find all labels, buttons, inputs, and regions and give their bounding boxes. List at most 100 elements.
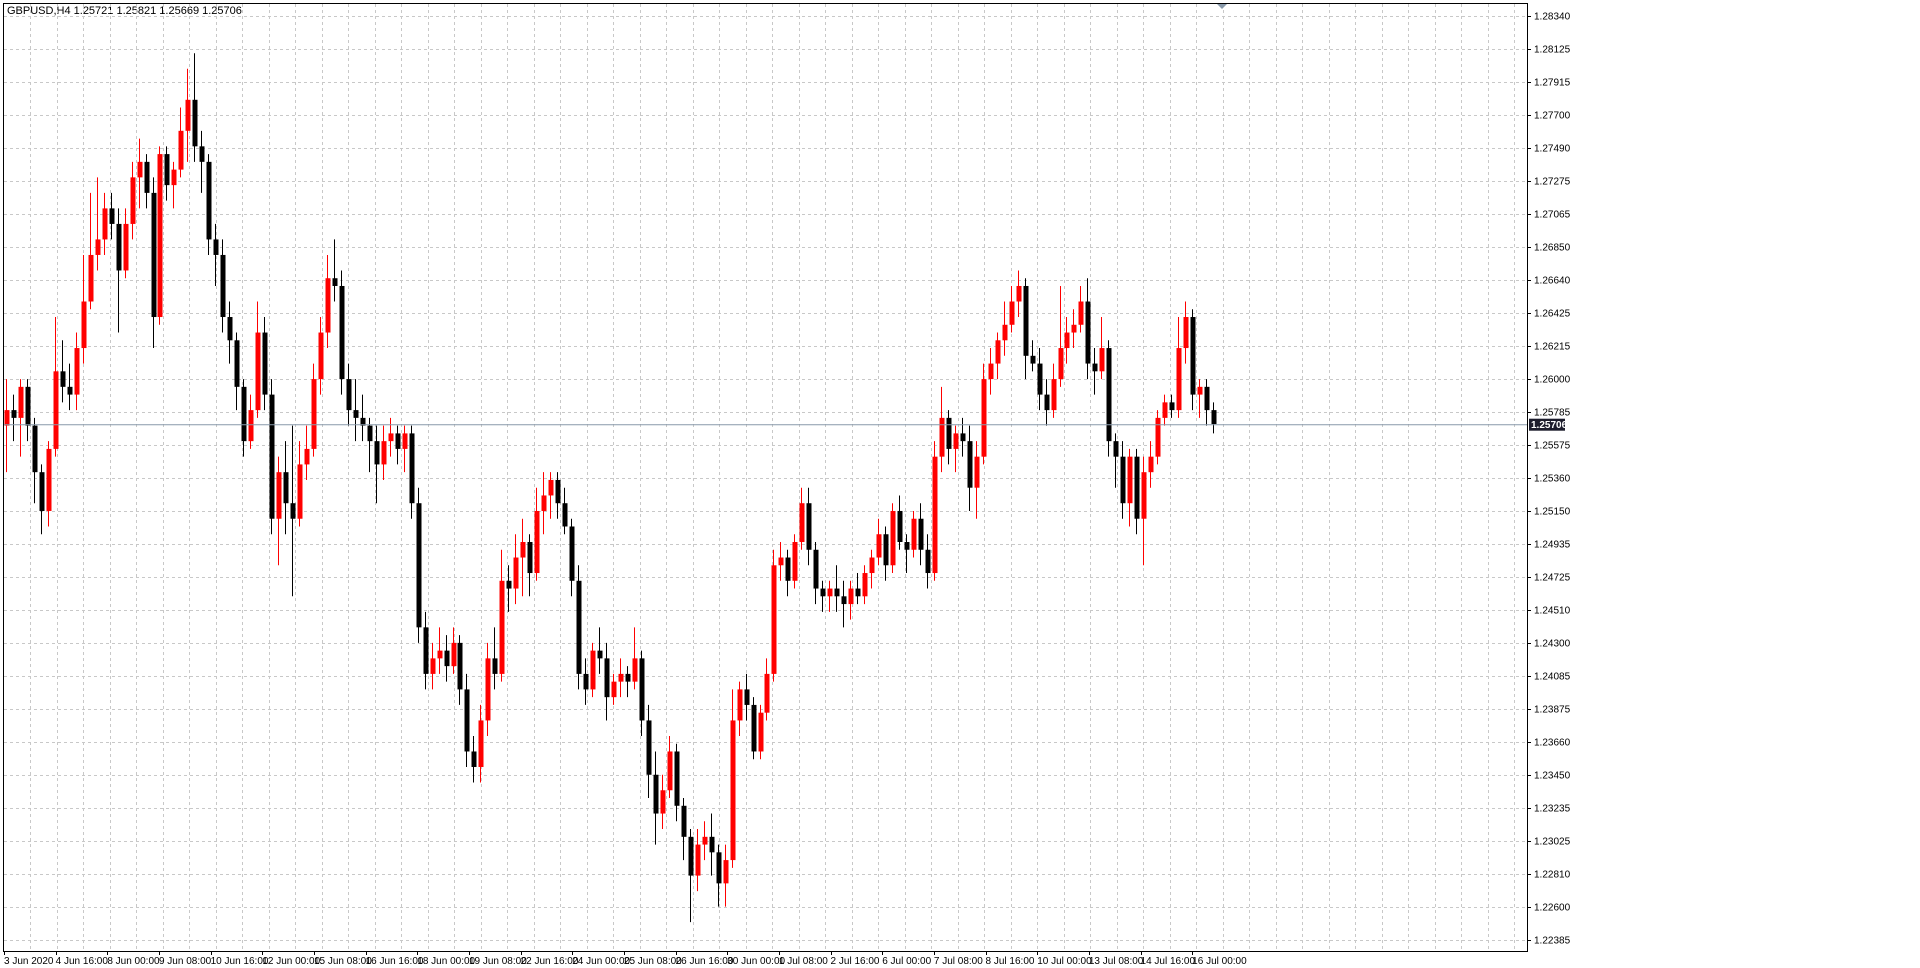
candle-body bbox=[520, 542, 526, 558]
x-tick-label: 8 Jun 00:00 bbox=[107, 956, 160, 967]
candle-body bbox=[74, 348, 80, 395]
x-tick-label: 6 Jul 00:00 bbox=[882, 956, 931, 967]
candle-body bbox=[820, 588, 826, 597]
x-tick-label: 9 Jun 08:00 bbox=[159, 956, 212, 967]
x-tick-label: 2 Jul 16:00 bbox=[831, 956, 880, 967]
y-tick-label: 1.22385 bbox=[1534, 936, 1571, 947]
candle-body bbox=[290, 503, 296, 519]
candle-body bbox=[199, 146, 205, 162]
y-tick-label: 1.26425 bbox=[1534, 309, 1571, 320]
candle-body bbox=[1113, 441, 1119, 457]
x-tick-label: 30 Jun 00:00 bbox=[727, 956, 785, 967]
candle-body bbox=[827, 588, 833, 597]
candle-body bbox=[332, 278, 338, 286]
candle-body bbox=[1148, 456, 1154, 473]
y-tick-label: 1.23235 bbox=[1534, 804, 1571, 815]
candle-body bbox=[499, 580, 505, 674]
x-tick-label: 19 Jun 08:00 bbox=[469, 956, 527, 967]
candle-body bbox=[1190, 317, 1196, 395]
candle-body bbox=[318, 332, 324, 380]
candle-body bbox=[416, 503, 422, 628]
candle-body bbox=[862, 573, 868, 597]
candle-body bbox=[1141, 472, 1147, 519]
candle-body bbox=[25, 386, 31, 426]
candle-body bbox=[241, 386, 247, 442]
candle-body bbox=[1211, 410, 1217, 425]
candle-body bbox=[1085, 301, 1091, 364]
candle-body bbox=[1120, 456, 1126, 504]
candle-body bbox=[492, 658, 498, 674]
candle-body bbox=[506, 580, 512, 589]
x-tick-label: 7 Jul 08:00 bbox=[934, 956, 983, 967]
candle-body bbox=[367, 425, 373, 442]
candle-body bbox=[660, 790, 666, 814]
y-tick-label: 1.27065 bbox=[1534, 210, 1571, 221]
candle-body bbox=[1009, 301, 1015, 325]
y-tick-label: 1.26640 bbox=[1534, 276, 1571, 287]
candle-body bbox=[227, 317, 233, 341]
candle-body bbox=[764, 673, 770, 713]
y-tick-label: 1.23875 bbox=[1534, 705, 1571, 716]
candle-body bbox=[1176, 348, 1182, 411]
candle-body bbox=[771, 565, 777, 674]
candle-body bbox=[32, 425, 38, 473]
candle-body bbox=[234, 340, 240, 387]
candle-body bbox=[255, 332, 261, 411]
candle-body bbox=[806, 503, 812, 550]
candle-body bbox=[151, 192, 157, 318]
candle-body bbox=[451, 642, 457, 667]
candle-body bbox=[157, 154, 163, 318]
candle-body bbox=[695, 844, 701, 876]
candle-body bbox=[457, 642, 463, 690]
y-tick-label: 1.22810 bbox=[1534, 870, 1571, 881]
candle-body bbox=[1183, 317, 1189, 349]
candle-body bbox=[1064, 332, 1070, 349]
candle-body bbox=[381, 441, 387, 465]
candle-body bbox=[353, 410, 359, 418]
candle-body bbox=[88, 254, 94, 302]
candle-body bbox=[569, 526, 575, 581]
candle-body bbox=[611, 681, 617, 698]
candle-body bbox=[1106, 348, 1112, 442]
y-tick-label: 1.24510 bbox=[1534, 606, 1571, 617]
candle-body bbox=[1016, 285, 1022, 302]
x-tick-label: 14 Jul 16:00 bbox=[1141, 956, 1196, 967]
candle-body bbox=[437, 650, 443, 659]
candle-body bbox=[751, 704, 757, 752]
candle-body bbox=[785, 557, 791, 581]
candle-body bbox=[681, 805, 687, 837]
candle-body bbox=[11, 410, 17, 418]
candle-body bbox=[813, 549, 819, 589]
candle-body bbox=[534, 510, 540, 574]
candle-body bbox=[276, 472, 282, 519]
candle-body bbox=[402, 433, 408, 449]
candle-body bbox=[220, 254, 226, 318]
x-tick-label: 4 Jun 16:00 bbox=[56, 956, 109, 967]
chart-window[interactable]: GBPUSD,H4 1.25721 1.25821 1.25669 1.2570… bbox=[0, 0, 1920, 968]
y-tick-label: 1.24300 bbox=[1534, 639, 1571, 650]
candle-layer bbox=[4, 53, 1527, 923]
candle-body bbox=[974, 456, 980, 488]
candle-body bbox=[834, 588, 840, 597]
candle-body bbox=[4, 410, 10, 426]
candle-body bbox=[590, 650, 596, 690]
candle-body bbox=[855, 588, 861, 597]
candle-body bbox=[730, 720, 736, 861]
y-tick-label: 1.23660 bbox=[1534, 738, 1571, 749]
candle-body bbox=[995, 340, 1001, 364]
candle-body bbox=[667, 751, 673, 791]
candle-body bbox=[325, 278, 331, 333]
candle-body bbox=[1051, 379, 1057, 411]
candle-body bbox=[1058, 348, 1064, 380]
candle-body bbox=[932, 456, 938, 574]
candlestick-chart[interactable]: 1.28340 1.28125 1.27915 1.27700 1.27490 1.272… bbox=[0, 0, 1920, 968]
candle-body bbox=[723, 860, 729, 884]
candle-body bbox=[1030, 355, 1036, 364]
candle-body bbox=[213, 239, 219, 255]
x-tick-label: 13 Jul 08:00 bbox=[1089, 956, 1144, 967]
candle-body bbox=[67, 386, 73, 395]
candle-body bbox=[1134, 456, 1140, 519]
candle-body bbox=[688, 836, 694, 876]
candle-body bbox=[171, 169, 177, 186]
x-tick-label: 18 Jun 00:00 bbox=[417, 956, 475, 967]
